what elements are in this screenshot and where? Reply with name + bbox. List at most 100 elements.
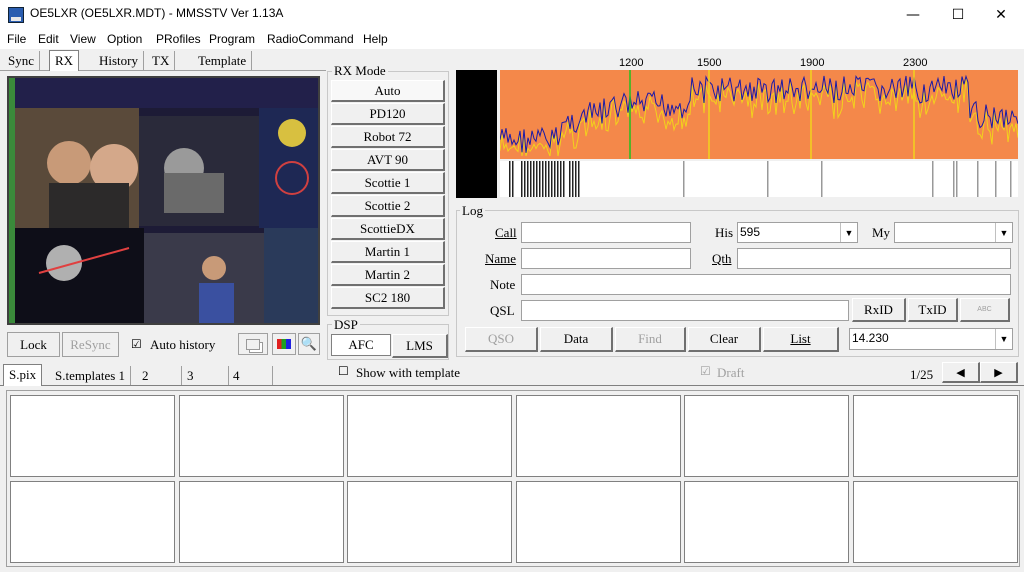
chevron-down-icon: ▼ <box>995 223 1012 242</box>
mode-scottie-2-button[interactable]: Scottie 2 <box>331 195 445 217</box>
thumbnail-slot[interactable] <box>852 395 1018 477</box>
waterfall-image <box>509 161 1012 197</box>
close-icon: ✕ <box>995 7 1007 23</box>
spectrum-display[interactable] <box>499 70 1019 159</box>
qso-button[interactable]: QSO <box>465 327 538 352</box>
waterfall-stripe <box>542 161 544 197</box>
find-button[interactable]: Find <box>615 327 686 352</box>
thumbnail-slot[interactable] <box>178 481 344 563</box>
prev-page-button[interactable]: ◀ <box>942 362 980 383</box>
name-input[interactable] <box>521 248 691 269</box>
thumbnail-slot[interactable] <box>684 481 849 563</box>
thumbnail-slot[interactable] <box>347 395 512 477</box>
mode-scottiedx-button[interactable]: ScottieDX <box>331 218 445 240</box>
menu-file[interactable]: File <box>7 32 26 46</box>
copy-button[interactable] <box>238 333 268 355</box>
thumbnail-slot[interactable] <box>10 395 175 477</box>
note-label: Note <box>490 277 516 292</box>
waterfall-display[interactable] <box>500 161 1018 197</box>
waterfall-stripe <box>557 161 559 197</box>
lock-button[interactable]: Lock <box>7 332 60 357</box>
menu-program[interactable]: Program <box>209 32 255 46</box>
list-button[interactable]: List <box>763 327 839 352</box>
mode-auto-button[interactable]: Auto <box>331 80 445 102</box>
minimize-button[interactable]: — <box>890 0 936 30</box>
next-page-button[interactable]: ▶ <box>980 362 1018 383</box>
txid-button[interactable]: TxID <box>908 298 958 322</box>
his-value: 595 <box>740 225 761 239</box>
app-icon[interactable] <box>8 7 24 23</box>
mode-martin-1-button[interactable]: Martin 1 <box>331 241 445 263</box>
mode-pd120-button[interactable]: PD120 <box>331 103 445 125</box>
qth-input[interactable] <box>737 248 1011 269</box>
qsl-input[interactable] <box>521 300 849 321</box>
his-select[interactable]: 595 ▼ <box>737 222 858 243</box>
copy-icon <box>246 338 260 350</box>
name-label: Name <box>485 251 517 266</box>
thumbnail-slot[interactable] <box>347 481 512 563</box>
data-button[interactable]: Data <box>540 327 613 352</box>
menu-radiocommand[interactable]: RadioCommand <box>267 32 354 46</box>
thumbnail-slot[interactable] <box>684 395 849 477</box>
thumbnail-slot[interactable] <box>10 481 175 563</box>
tab-history[interactable]: History <box>94 51 144 70</box>
menu-help[interactable]: Help <box>363 32 388 46</box>
tick-1200: 1200 <box>619 57 644 69</box>
tab-s-pix[interactable]: S.pix <box>3 364 43 386</box>
close-button[interactable]: ✕ <box>978 0 1024 30</box>
waterfall-stripe <box>575 161 577 197</box>
lms-button[interactable]: LMS <box>392 334 448 358</box>
menu-edit[interactable]: Edit <box>38 32 59 46</box>
menu-option[interactable]: Option <box>107 32 142 46</box>
resync-button[interactable]: ReSync <box>62 332 119 357</box>
show-with-template-checkbox[interactable]: ☐ <box>338 364 349 378</box>
qsl-label: QSL <box>490 303 515 318</box>
tab-rx[interactable]: RX <box>49 50 80 71</box>
auto-history-label: Auto history <box>150 337 216 352</box>
arrow-right-icon: ▶ <box>994 365 1003 379</box>
menu-profiles[interactable]: PRofiles <box>156 32 201 46</box>
mode-robot-72-button[interactable]: Robot 72 <box>331 126 445 148</box>
tab-template-3[interactable]: 3 <box>182 366 229 385</box>
draft-checkbox[interactable]: ☑ <box>700 364 711 378</box>
auto-history-checkbox[interactable]: ☑ <box>131 337 142 351</box>
tab-template-4[interactable]: 4 <box>228 366 273 385</box>
call-input[interactable] <box>521 222 691 243</box>
waterfall-stripe <box>956 161 958 197</box>
rxid-button[interactable]: RxID <box>852 298 906 322</box>
maximize-icon: ☐ <box>951 7 965 23</box>
waterfall-stripe <box>530 161 532 197</box>
thumbnail-slot[interactable] <box>852 481 1018 563</box>
thumbnail-slot[interactable] <box>178 395 344 477</box>
arrow-left-icon: ◀ <box>956 365 965 379</box>
color-button[interactable] <box>272 333 296 355</box>
tab-template-2[interactable]: 2 <box>137 366 182 385</box>
zoom-button[interactable]: 🔍 <box>298 333 320 355</box>
rx-image[interactable] <box>7 76 320 325</box>
my-select[interactable]: ▼ <box>894 222 1013 243</box>
tick-1500: 1500 <box>697 57 722 69</box>
clear-button[interactable]: Clear <box>688 327 761 352</box>
mode-avt-90-button[interactable]: AVT 90 <box>331 149 445 171</box>
tab-template[interactable]: Template <box>193 51 253 70</box>
thumbnail-slot[interactable] <box>515 481 681 563</box>
tab-sync[interactable]: Sync <box>3 51 40 70</box>
waterfall-stripe <box>536 161 538 197</box>
menu-view[interactable]: View <box>70 32 96 46</box>
thumbnail-slot[interactable] <box>515 395 681 477</box>
abc-button[interactable]: ABC <box>960 298 1010 322</box>
note-input[interactable] <box>521 274 1011 295</box>
mode-martin-2-button[interactable]: Martin 2 <box>331 264 445 286</box>
tick-1900: 1900 <box>800 57 825 69</box>
frequency-select[interactable]: 14.230 ▼ <box>849 328 1013 350</box>
tab-s-templates-1[interactable]: S.templates 1 <box>50 366 132 385</box>
afc-button[interactable]: AFC <box>331 334 391 356</box>
tab-tx[interactable]: TX <box>147 51 176 70</box>
maximize-button[interactable]: ☐ <box>935 0 981 30</box>
mode-scottie-1-button[interactable]: Scottie 1 <box>331 172 445 194</box>
waterfall-stripe <box>995 161 997 197</box>
mode-sc2-180-button[interactable]: SC2 180 <box>331 287 445 309</box>
waterfall-stripe <box>551 161 553 197</box>
waterfall-stripe <box>578 161 580 197</box>
waterfall-stripe <box>572 161 574 197</box>
